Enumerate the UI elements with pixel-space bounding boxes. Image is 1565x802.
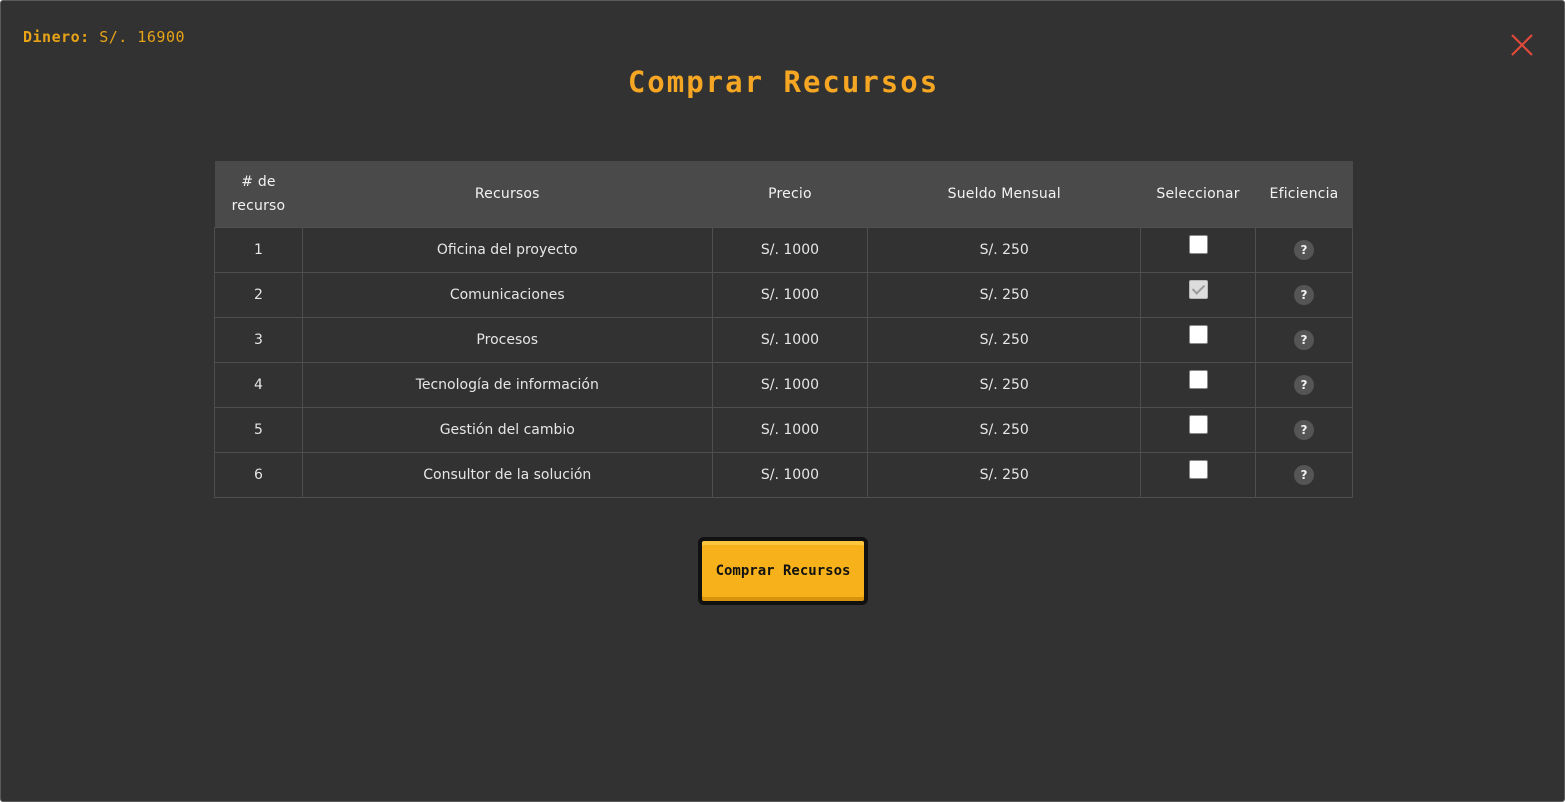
resource-salary: S/. 250 <box>867 361 1142 408</box>
table-row: 6 Consultor de la solución S/. 1000 S/. … <box>214 451 1353 498</box>
efficiency-cell: ? <box>1255 361 1353 408</box>
help-icon[interactable]: ? <box>1294 284 1314 305</box>
resource-salary: S/. 250 <box>867 316 1142 363</box>
page-title: Comprar Recursos <box>627 65 940 99</box>
row-number: 1 <box>214 226 303 273</box>
table-row: 1 Oficina del proyecto S/. 1000 S/. 250 … <box>214 226 1353 273</box>
row-number: 2 <box>214 271 303 318</box>
resource-name: Procesos <box>301 316 713 363</box>
column-header-number: # de recurso <box>214 161 303 227</box>
row-number: 4 <box>214 361 303 408</box>
resource-name: Gestión del cambio <box>301 406 713 453</box>
select-checkbox[interactable] <box>1188 280 1208 299</box>
column-header-salary: Sueldo Mensual <box>867 161 1141 227</box>
resource-salary: S/. 250 <box>867 406 1142 453</box>
resource-price: S/. 1000 <box>711 316 869 363</box>
money-display: Dinero: S/. 16900 <box>23 28 185 46</box>
buy-resources-modal: Dinero: S/. 16900 Comprar Recursos # de … <box>0 0 1565 802</box>
efficiency-cell: ? <box>1255 226 1353 273</box>
help-icon[interactable]: ? <box>1294 239 1314 260</box>
select-checkbox[interactable] <box>1188 325 1208 344</box>
close-button[interactable] <box>1509 32 1535 58</box>
select-checkbox[interactable] <box>1188 460 1208 479</box>
column-header-efficiency: Eficiencia <box>1255 161 1353 227</box>
efficiency-cell: ? <box>1255 406 1353 453</box>
select-cell <box>1140 271 1257 318</box>
select-cell <box>1140 406 1257 453</box>
table-row: 5 Gestión del cambio S/. 1000 S/. 250 ? <box>214 406 1353 453</box>
efficiency-cell: ? <box>1255 271 1353 318</box>
row-number: 5 <box>214 406 303 453</box>
column-header-select: Seleccionar <box>1140 161 1256 227</box>
resources-table: # de recurso Recursos Precio Sueldo Mens… <box>214 161 1353 498</box>
table-header-row: # de recurso Recursos Precio Sueldo Mens… <box>214 161 1353 227</box>
resource-salary: S/. 250 <box>867 271 1142 318</box>
money-value: S/. 16900 <box>99 28 186 46</box>
column-header-price: Precio <box>712 161 868 227</box>
buy-resources-button[interactable]: Comprar Recursos <box>698 537 868 605</box>
table-row: 2 Comunicaciones S/. 1000 S/. 250 ? <box>214 271 1353 318</box>
table-row: 3 Procesos S/. 1000 S/. 250 ? <box>214 316 1353 363</box>
resource-price: S/. 1000 <box>711 451 869 498</box>
select-cell <box>1140 451 1257 498</box>
help-icon[interactable]: ? <box>1294 329 1314 350</box>
resource-salary: S/. 250 <box>867 451 1142 498</box>
select-cell <box>1140 316 1257 363</box>
select-checkbox[interactable] <box>1188 370 1208 389</box>
resource-salary: S/. 250 <box>867 226 1142 273</box>
efficiency-cell: ? <box>1255 316 1353 363</box>
resource-price: S/. 1000 <box>711 361 869 408</box>
column-header-resources: Recursos <box>302 161 713 227</box>
row-number: 3 <box>214 316 303 363</box>
row-number: 6 <box>214 451 303 498</box>
resource-price: S/. 1000 <box>711 406 869 453</box>
resource-name: Oficina del proyecto <box>301 226 713 273</box>
money-label: Dinero: <box>23 28 90 46</box>
help-icon[interactable]: ? <box>1294 464 1314 485</box>
resource-price: S/. 1000 <box>711 226 869 273</box>
close-icon <box>1511 34 1533 56</box>
resource-name: Tecnología de información <box>301 361 713 408</box>
help-icon[interactable]: ? <box>1294 419 1314 440</box>
table-row: 4 Tecnología de información S/. 1000 S/.… <box>214 361 1353 408</box>
resource-name: Comunicaciones <box>301 271 713 318</box>
efficiency-cell: ? <box>1255 451 1353 498</box>
resource-price: S/. 1000 <box>711 271 869 318</box>
resource-name: Consultor de la solución <box>301 451 713 498</box>
select-cell <box>1140 361 1257 408</box>
select-checkbox[interactable] <box>1188 235 1208 254</box>
select-cell <box>1140 226 1257 273</box>
help-icon[interactable]: ? <box>1294 374 1314 395</box>
select-checkbox[interactable] <box>1188 415 1208 434</box>
